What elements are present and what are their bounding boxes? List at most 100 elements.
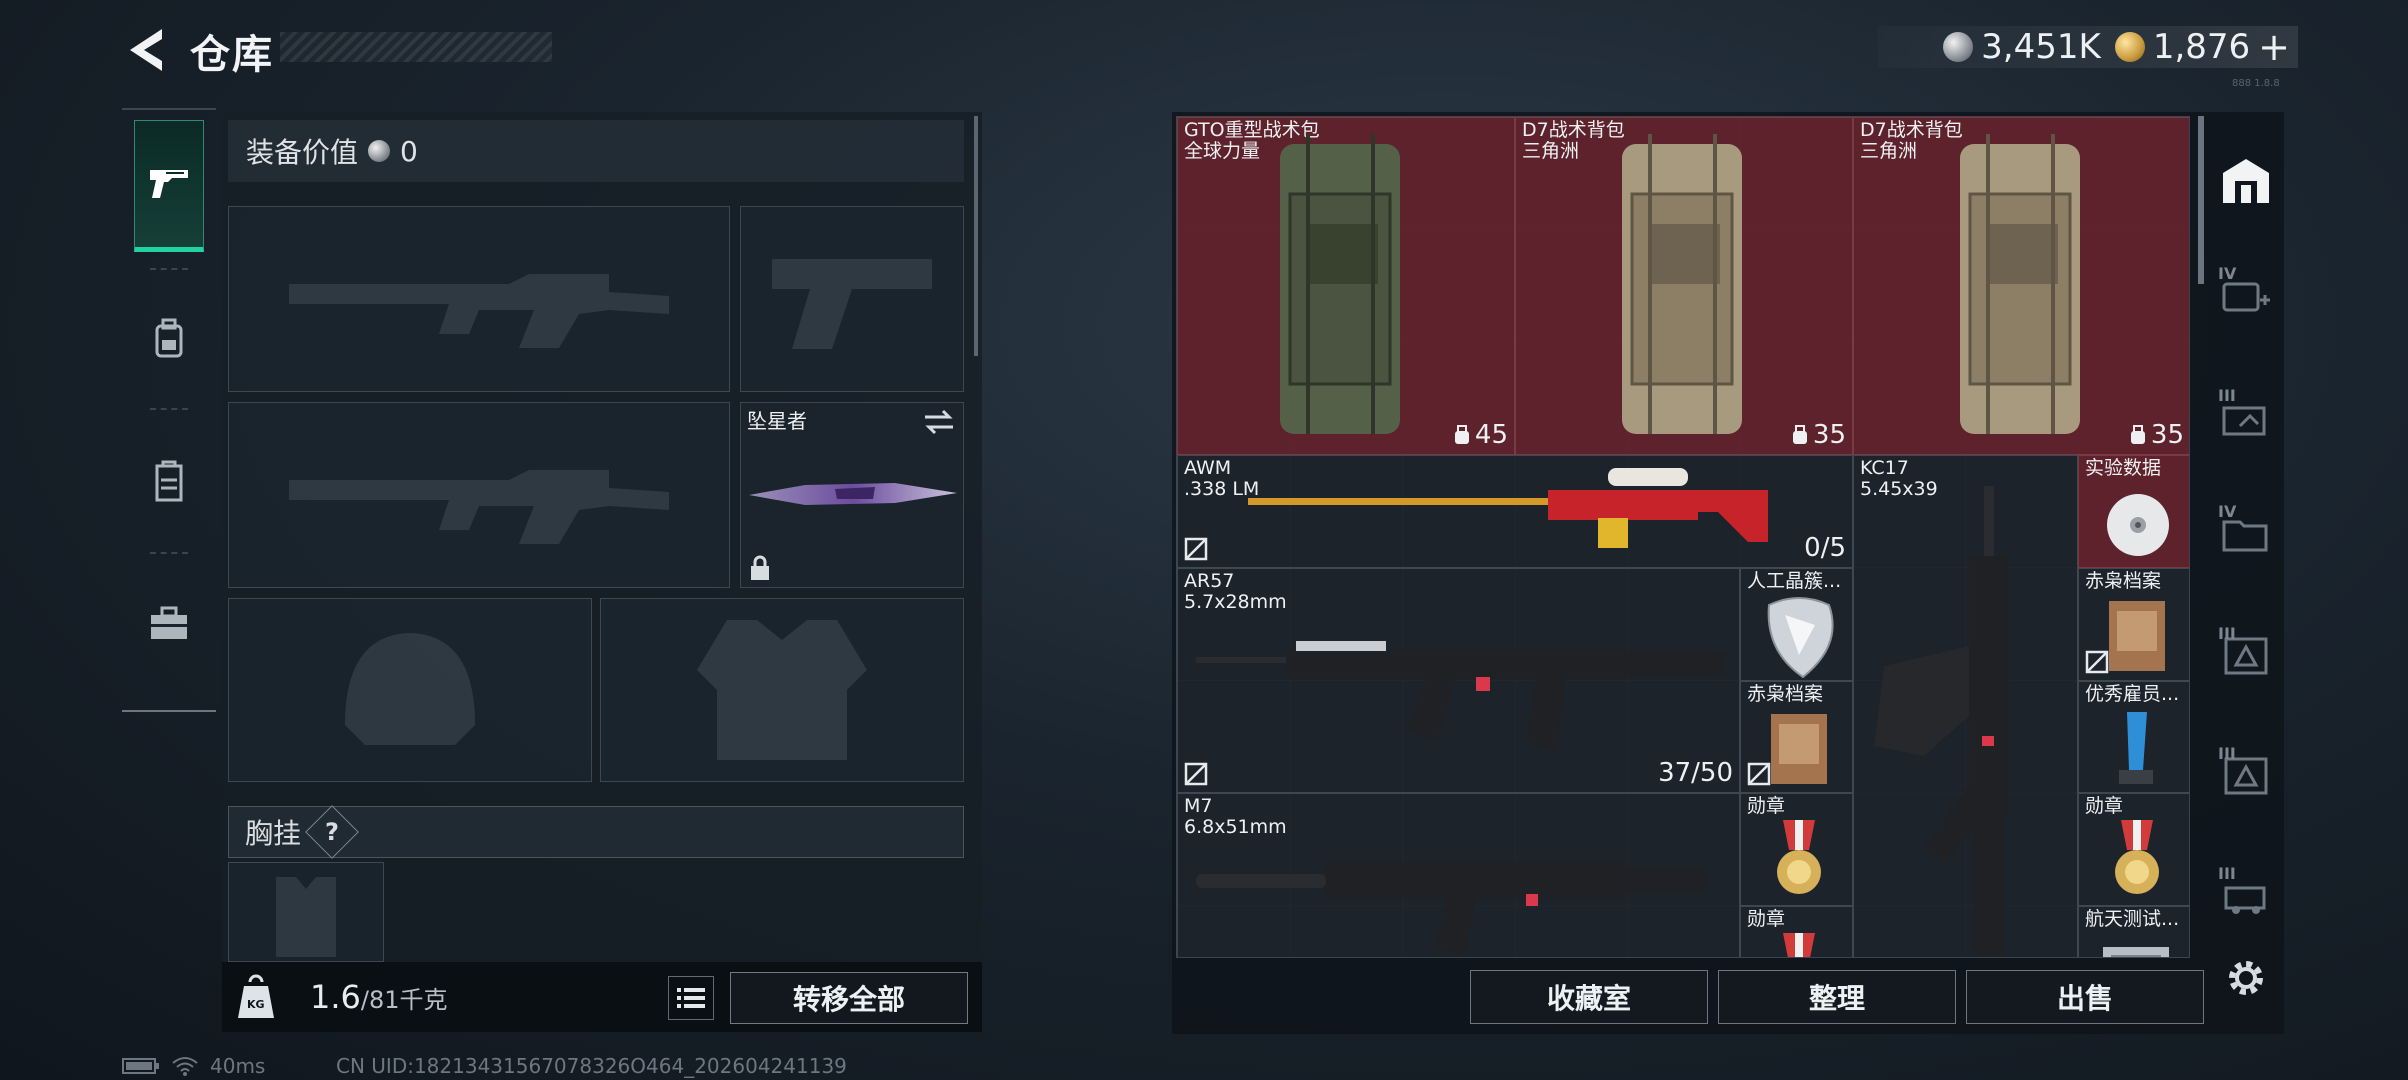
warehouse-tab[interactable] bbox=[2212, 146, 2280, 214]
delta-storage-tab[interactable]: III bbox=[2212, 622, 2280, 690]
help-button[interactable]: ? bbox=[305, 805, 359, 859]
pistol-slot[interactable] bbox=[740, 206, 964, 392]
inventory-item-d7-backpack[interactable]: D7战术背包 三角洲 35 bbox=[1515, 117, 1853, 455]
inventory-item-medal[interactable]: 勋章 bbox=[1740, 906, 1853, 957]
gold-currency[interactable]: 1,876 + bbox=[2114, 25, 2290, 69]
item-name: 勋章 bbox=[1747, 795, 1786, 817]
inventory-item-kc17[interactable]: KC17 5.45x39 bbox=[1853, 455, 2078, 957]
settings-button[interactable] bbox=[2218, 950, 2274, 1006]
battery-icon bbox=[122, 1058, 159, 1074]
collection-room-button[interactable]: 收藏室 bbox=[1470, 970, 1708, 1024]
item-name: AR57 bbox=[1184, 570, 1235, 592]
page-title: 仓库 bbox=[190, 32, 274, 78]
primary-weapon-slot[interactable] bbox=[228, 206, 730, 392]
chest-rig-header: 胸挂 ? bbox=[228, 805, 964, 859]
inventory-item-artificial-crystal[interactable]: 人工晶簇... bbox=[1740, 568, 1853, 681]
weight-current: 1.6 bbox=[310, 978, 361, 1016]
item-name: 实验数据 bbox=[2085, 457, 2162, 479]
transfer-all-button[interactable]: 转移全部 bbox=[730, 972, 968, 1024]
item-name: KC17 bbox=[1860, 457, 1909, 479]
silver-coin-icon bbox=[368, 140, 391, 162]
inventory-item-ar57[interactable]: AR57 5.7x28mm 37/50 bbox=[1177, 568, 1740, 793]
secondary-weapon-slot[interactable] bbox=[228, 402, 730, 588]
help-icon: ? bbox=[325, 817, 339, 846]
item-name: 勋章 bbox=[1747, 908, 1786, 930]
capacity-icon bbox=[1792, 425, 1807, 444]
medal-icon bbox=[1783, 933, 1815, 957]
item-capacity: 35 bbox=[1812, 420, 1846, 450]
tab-weapons[interactable] bbox=[134, 120, 204, 252]
body-armor-slot[interactable] bbox=[600, 598, 964, 782]
back-button[interactable] bbox=[118, 22, 178, 78]
inventory-item-m7[interactable]: M7 6.8x51mm bbox=[1177, 793, 1740, 957]
chest-rig-label: 胸挂 bbox=[245, 817, 302, 850]
tier-label: IV bbox=[2218, 264, 2237, 283]
rifle-icon bbox=[1874, 486, 2009, 957]
equipment-value-row: 装备价值 0 bbox=[228, 120, 964, 182]
tier-label: III bbox=[2218, 744, 2236, 763]
item-name: 勋章 bbox=[2085, 795, 2124, 817]
inventory-item-employee-trophy[interactable]: 优秀雇员... bbox=[2078, 681, 2189, 793]
delta-storage-tab-2[interactable]: III bbox=[2212, 742, 2280, 810]
back-arrow-icon bbox=[130, 29, 162, 71]
tier-label: IV bbox=[2218, 502, 2237, 521]
rifle-placeholder-icon bbox=[289, 274, 669, 348]
sell-button[interactable]: 出售 bbox=[1966, 970, 2204, 1024]
tab-backpack[interactable] bbox=[134, 272, 204, 404]
equipment-value-label: 装备价值 bbox=[246, 136, 359, 169]
gold-amount: 1,876 bbox=[2152, 27, 2251, 67]
silver-amount: 3,451K bbox=[1981, 27, 2101, 67]
inventory-item-d7-backpack[interactable]: D7战术背包 三角洲 35 bbox=[1853, 117, 2189, 455]
rifle-icon bbox=[1196, 641, 1726, 751]
pistol-icon bbox=[150, 170, 188, 198]
inventory-item-awm[interactable]: AWM .338 LM 0/5 bbox=[1177, 455, 1853, 568]
no-trade-icon bbox=[1184, 537, 1208, 561]
ping-value: 40ms bbox=[210, 1054, 266, 1078]
title-decoration bbox=[280, 32, 552, 62]
test-kit-icon bbox=[2103, 947, 2169, 957]
inventory-item-medal[interactable]: 勋章 bbox=[2078, 793, 2189, 906]
equipment-scrollbar[interactable] bbox=[974, 116, 978, 356]
briefcase-icon bbox=[151, 606, 187, 639]
tab-safebox[interactable] bbox=[134, 558, 204, 690]
pistol-placeholder-icon bbox=[772, 259, 932, 349]
chest-rig-slot[interactable] bbox=[228, 862, 384, 962]
inventory-item-red-owl-file[interactable]: 赤枭档案 bbox=[2078, 568, 2189, 681]
inventory-item-medal[interactable]: 勋章 bbox=[1740, 793, 1853, 906]
no-trade-icon bbox=[1184, 762, 1208, 786]
document-storage-tab[interactable]: IV bbox=[2212, 500, 2280, 568]
weight-max: /81千克 bbox=[360, 986, 448, 1014]
collection-storage-tab[interactable]: III bbox=[2212, 384, 2280, 452]
item-name: 航天测试... bbox=[2085, 908, 2180, 930]
sniper-rifle-icon bbox=[1248, 468, 1768, 548]
helmet-slot[interactable] bbox=[228, 598, 592, 782]
item-ammo: 0/5 bbox=[1804, 533, 1846, 563]
medical-storage-tab[interactable]: IV bbox=[2212, 262, 2280, 330]
vehicle-storage-tab[interactable]: III bbox=[2212, 862, 2280, 930]
inventory-scrollbar[interactable] bbox=[2198, 116, 2204, 284]
lock-icon bbox=[751, 555, 769, 580]
silver-currency[interactable]: 3,451K bbox=[1943, 27, 2101, 67]
inventory-item-aerospace-test[interactable]: 航天测试... bbox=[2078, 906, 2189, 957]
inventory-item-red-owl-file[interactable]: 赤枭档案 bbox=[1740, 681, 1853, 793]
armor-placeholder-icon bbox=[697, 620, 867, 760]
disc-icon bbox=[2107, 494, 2169, 556]
inventory-item-experimental-data[interactable]: 实验数据 bbox=[2078, 455, 2189, 568]
add-currency-button[interactable]: + bbox=[2258, 25, 2290, 69]
list-view-button[interactable] bbox=[668, 976, 714, 1020]
item-subtitle: 5.7x28mm bbox=[1184, 591, 1287, 613]
swap-icon[interactable] bbox=[923, 409, 955, 435]
tier-label: III bbox=[2218, 386, 2236, 405]
melee-slot[interactable]: 坠星者 bbox=[740, 402, 964, 588]
inventory-item-gto-backpack[interactable]: GTO重型战术包 全球力量 45 bbox=[1177, 117, 1515, 455]
equipment-value: 0 bbox=[400, 134, 418, 168]
item-subtitle: 6.8x51mm bbox=[1184, 816, 1287, 838]
wifi-icon bbox=[172, 1057, 198, 1076]
organize-button[interactable]: 整理 bbox=[1718, 970, 1956, 1024]
tab-chest-rig[interactable] bbox=[134, 416, 204, 548]
item-name: 赤枭档案 bbox=[1747, 683, 1824, 705]
backpack-icon bbox=[1280, 134, 1400, 434]
item-capacity: 35 bbox=[2150, 420, 2184, 450]
no-trade-icon bbox=[2085, 650, 2109, 674]
knife-icon bbox=[749, 483, 957, 505]
